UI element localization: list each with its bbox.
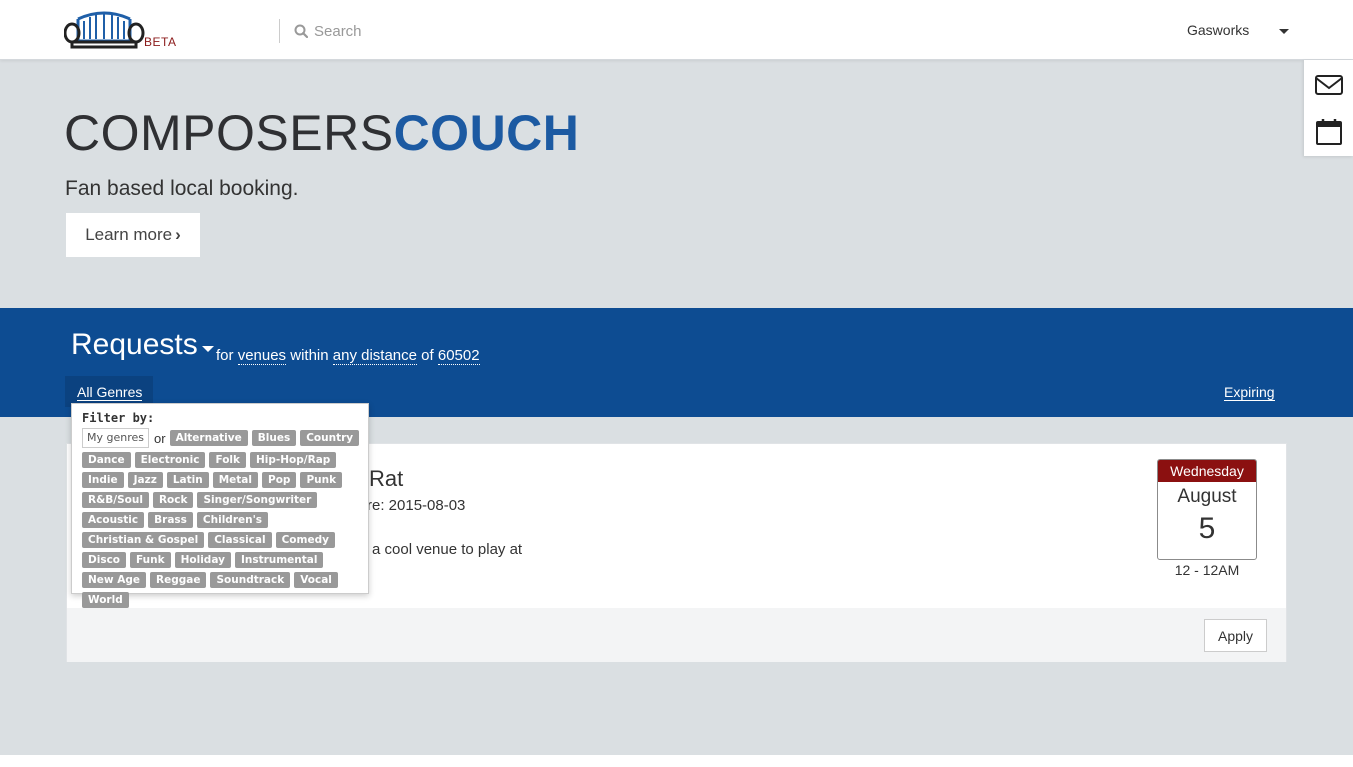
genre-tag[interactable]: Metal bbox=[212, 472, 258, 488]
of-word: of bbox=[421, 347, 434, 364]
brand-part-2: COUCH bbox=[393, 105, 580, 161]
or-word: or bbox=[154, 430, 166, 446]
chevron-down-icon[interactable] bbox=[1279, 29, 1289, 34]
requests-title: Requests bbox=[71, 328, 198, 361]
genre-tag[interactable]: Instrumental bbox=[234, 552, 324, 568]
genre-tag[interactable]: Rock bbox=[152, 492, 194, 508]
tagline: Fan based local booking. bbox=[65, 177, 299, 200]
distance-link[interactable]: any distance bbox=[332, 347, 417, 365]
genre-tag[interactable]: World bbox=[82, 592, 129, 608]
genre-tag[interactable]: Alternative bbox=[169, 430, 248, 446]
genre-tag[interactable]: Acoustic bbox=[82, 512, 145, 528]
genre-tag[interactable]: Children's bbox=[196, 512, 269, 528]
event-time: 12 - 12AM bbox=[1174, 562, 1240, 578]
genre-tag[interactable]: Folk bbox=[209, 452, 246, 468]
calendar-month: August bbox=[1177, 486, 1237, 507]
request-title[interactable]: Rat bbox=[369, 466, 403, 492]
for-word: for bbox=[216, 347, 234, 364]
genre-tag[interactable]: New Age bbox=[82, 572, 147, 588]
genre-tags: My genres or Alternative Blues Country Danc… bbox=[82, 428, 367, 612]
genre-tag[interactable]: Latin bbox=[166, 472, 209, 488]
brand-part-1: COMPOSERS bbox=[64, 105, 394, 161]
zip-link[interactable]: 60502 bbox=[437, 347, 480, 365]
genre-tag[interactable]: Brass bbox=[148, 512, 193, 528]
learn-more-label: Learn more bbox=[85, 225, 173, 244]
apply-button[interactable]: Apply bbox=[1204, 619, 1267, 652]
genre-tag[interactable]: Dance bbox=[82, 452, 131, 468]
all-genres-label: All Genres bbox=[77, 384, 143, 401]
genre-tag[interactable]: Vocal bbox=[294, 572, 338, 588]
genre-tag[interactable]: Soundtrack bbox=[210, 572, 291, 588]
genre-filter-popover: Filter by: My genres or Alternative Blues… bbox=[71, 403, 369, 608]
calendar-badge: Wednesday August 5 bbox=[1157, 459, 1257, 560]
genre-tag[interactable]: Country bbox=[300, 430, 360, 446]
genre-tag[interactable]: Classical bbox=[208, 532, 272, 548]
user-menu[interactable]: Gasworks bbox=[1187, 22, 1249, 38]
top-navbar: BETA Gasworks bbox=[0, 0, 1353, 60]
envelope-icon[interactable] bbox=[1314, 70, 1344, 100]
requests-dropdown[interactable]: Requests bbox=[71, 328, 214, 362]
my-genres-button[interactable]: My genres bbox=[82, 428, 149, 448]
learn-more-button[interactable]: Learn more › bbox=[66, 213, 200, 257]
genre-tag[interactable]: Comedy bbox=[275, 532, 335, 548]
beta-badge: BETA bbox=[144, 35, 177, 49]
genre-tag[interactable]: Christian & Gospel bbox=[82, 532, 205, 548]
page-bottom bbox=[0, 755, 1353, 767]
genre-tag[interactable]: Punk bbox=[300, 472, 343, 488]
genre-tag[interactable]: Indie bbox=[82, 472, 124, 488]
card-footer bbox=[67, 608, 1286, 662]
side-toolbar bbox=[1304, 60, 1353, 156]
user-name[interactable]: Gasworks bbox=[1187, 22, 1249, 38]
requests-bar bbox=[0, 308, 1353, 417]
search-divider bbox=[279, 19, 280, 43]
caret-down-icon bbox=[201, 346, 214, 352]
genre-tag[interactable]: Holiday bbox=[174, 552, 231, 568]
expiring-sort-link[interactable]: Expiring bbox=[1224, 384, 1275, 401]
page-title: COMPOSERSCOUCH bbox=[64, 106, 579, 161]
chevron-right-icon: › bbox=[175, 225, 181, 244]
genre-tag[interactable]: Singer/Songwriter bbox=[197, 492, 318, 508]
requests-filter-line: for venues within any distance of 60502 bbox=[216, 347, 480, 365]
genre-tag[interactable]: Reggae bbox=[150, 572, 207, 588]
calendar-day-number: 5 bbox=[1198, 512, 1216, 545]
request-description: a cool venue to play at bbox=[372, 541, 523, 558]
genre-tag[interactable]: Funk bbox=[130, 552, 171, 568]
genre-tag[interactable]: Blues bbox=[251, 430, 297, 446]
genre-tag[interactable]: Jazz bbox=[127, 472, 163, 488]
genre-tag[interactable]: Disco bbox=[82, 552, 127, 568]
target-type-link[interactable]: venues bbox=[237, 347, 287, 365]
request-expire-date: re: 2015-08-03 bbox=[367, 497, 466, 514]
calendar-icon[interactable] bbox=[1314, 117, 1344, 147]
search-input[interactable] bbox=[314, 22, 574, 40]
genre-tag[interactable]: Pop bbox=[262, 472, 297, 488]
genre-tag[interactable]: Hip-Hop/Rap bbox=[250, 452, 337, 468]
genre-tag[interactable]: Electronic bbox=[134, 452, 206, 468]
calendar-weekday: Wednesday bbox=[1158, 460, 1256, 482]
within-word: within bbox=[290, 347, 329, 364]
genre-tag[interactable]: R&B/Soul bbox=[82, 492, 149, 508]
search-box[interactable] bbox=[294, 20, 574, 42]
search-icon bbox=[294, 24, 308, 38]
filter-label: Filter by: bbox=[82, 411, 155, 425]
